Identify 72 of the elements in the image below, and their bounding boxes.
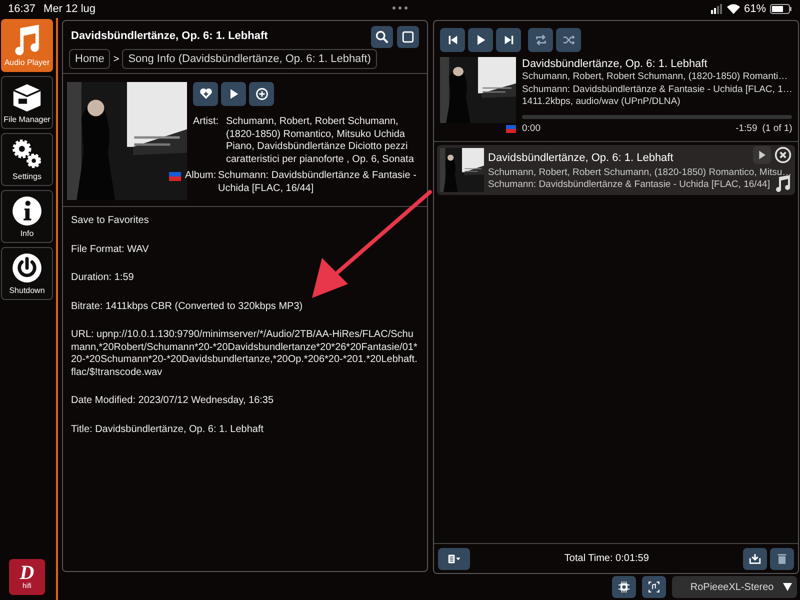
delete-button[interactable] <box>770 548 794 570</box>
track-title: Davidsbündlertänze, Op. 6: 1. Lebhaft <box>522 57 708 71</box>
power-icon <box>10 251 44 285</box>
wifi-icon <box>726 4 740 14</box>
track-format: 1411.2kbps, audio/wav (UPnP/DLNA) <box>522 96 682 108</box>
album-label: Album: <box>185 170 218 183</box>
signal-icon <box>710 4 723 14</box>
square-button[interactable] <box>397 26 419 48</box>
add-favorite-button[interactable] <box>193 82 218 106</box>
add-icon <box>254 87 268 101</box>
repeat-icon <box>534 33 548 47</box>
song-title: Davidsbündlertänze, Op. 6: 1. Lebhaft <box>71 29 269 44</box>
artist-label: Artist: <box>193 116 220 129</box>
album-value: Schumann: Davidsbündlertänze & Fantasie - Uchida [FLAC, 16/44] <box>218 170 418 195</box>
next-button[interactable] <box>496 28 521 52</box>
output-device-dropdown[interactable]: RoPieeeXL-Stereo <box>672 576 798 598</box>
music-note-icon <box>775 174 792 192</box>
chip-button[interactable] <box>612 576 636 598</box>
play-button[interactable] <box>221 82 246 106</box>
caret-icon <box>783 583 792 591</box>
play-button[interactable] <box>753 146 772 164</box>
elapsed-time: 0:00 <box>522 122 542 135</box>
multitask-dots-icon[interactable] <box>392 6 408 10</box>
status-time: 16:37 <box>8 2 36 17</box>
track-artist: Schumann, Robert, Robert Schumann, (1820-1850) Romanti… <box>522 71 789 84</box>
track-album: Schumann: Davidsbündlertänze & Fantasie - Uchida [FLAC, 16/44] <box>488 179 770 191</box>
repeat-button[interactable] <box>528 28 553 52</box>
search-button[interactable] <box>371 26 393 48</box>
download-icon <box>748 552 762 566</box>
label-logo-icon <box>506 125 516 133</box>
detail-text: Date Modified: 2023/07/12 Wednesday, 16:35 <box>71 395 275 408</box>
previous-button[interactable] <box>440 28 465 52</box>
battery-icon <box>770 4 792 14</box>
breadcrumb-separator: > <box>113 52 120 66</box>
download-button[interactable] <box>743 548 768 570</box>
square-icon <box>401 30 415 44</box>
sidebar-item[interactable]: File Manager <box>1 76 53 129</box>
detail-text: Duration: 1:59 <box>71 272 135 284</box>
shuffle-button[interactable] <box>556 28 581 52</box>
total-time: Total Time: 0:01:59 <box>563 552 650 566</box>
close-icon[interactable] <box>774 146 792 164</box>
list-menu-button[interactable] <box>438 548 470 570</box>
chip-icon <box>617 580 632 594</box>
track-position: (1 of 1) <box>762 122 792 135</box>
detail-text: Bitrate: 1411kbps CBR (Converted to 320kbps MP3) <box>71 300 304 313</box>
detail-text: URL: upnp://10.0.1.130:9790/minimserver/*/Audio/2TB/AA-HiRes/FLAC/Schumann,*20Robert/Schumann*20-*20Davidsbundlertanze*20*26*20Fantasie/01*20-*20Schumann*20-*20Davidsbundlertanze,*20Op.*206*20-*201.*20Lebhaft.flac/$!transcode.wav <box>71 329 418 379</box>
search-icon <box>375 30 389 44</box>
sidebar-item[interactable]: Info <box>1 190 53 243</box>
playlist-item[interactable]: Davidsbündlertänze, Op. 6: 1. Lebhaft Schumann, Robert, Robert Schumann, (1820-1850) Romantico, Mitsu… Schumann: Davidsbündlertänze & Fantasie - Uchida [FLAC, 16/44] <box>437 145 796 195</box>
music-frame-icon <box>647 580 662 594</box>
play-button[interactable] <box>468 28 493 52</box>
shuffle-icon <box>562 33 576 47</box>
track-album: Schumann: Davidsbündlertänze & Fantasie - Uchida [FLAC, 1… <box>522 84 792 96</box>
music-frame-button[interactable] <box>642 576 666 598</box>
add-favorite-icon <box>198 87 212 101</box>
breadcrumb-link[interactable]: Song Info (Davidsbündlertänze, Op. 6: 1. Lebhaft) <box>122 49 377 69</box>
detail-text: Title: Davidsbündlertänze, Op. 6: 1. Lebhaft <box>71 424 265 436</box>
remaining-time: -1:59 <box>736 122 758 135</box>
track-title: Davidsbündlertänze, Op. 6: 1. Lebhaft <box>488 151 674 166</box>
status-date: Mer 12 lug <box>44 2 96 17</box>
gears-icon <box>10 137 44 171</box>
label-logo-icon <box>169 172 181 181</box>
detail-text: File Format: WAV <box>71 244 150 256</box>
track-artist: Schumann, Robert, Robert Schumann, (1820-1850) Romantico, Mitsu… <box>488 167 792 179</box>
artist-value: Schumann, Robert, Robert Schumann, (1820-1850) Romantico, Mitsuko Uchida Piano, Davidsbündlertänze Diciotto pezzi caratteristici per pianoforte , Op. 6, Sonata <box>226 116 415 166</box>
breadcrumb-link[interactable]: Home <box>69 49 110 69</box>
detail-text: Save to Favorites <box>71 215 150 228</box>
sidebar-item[interactable]: Shutdown <box>1 247 53 300</box>
add-button[interactable] <box>249 82 274 106</box>
sidebar-item[interactable]: Settings <box>1 133 53 186</box>
info-icon <box>10 194 44 228</box>
battery-percent: 61% <box>744 2 766 17</box>
